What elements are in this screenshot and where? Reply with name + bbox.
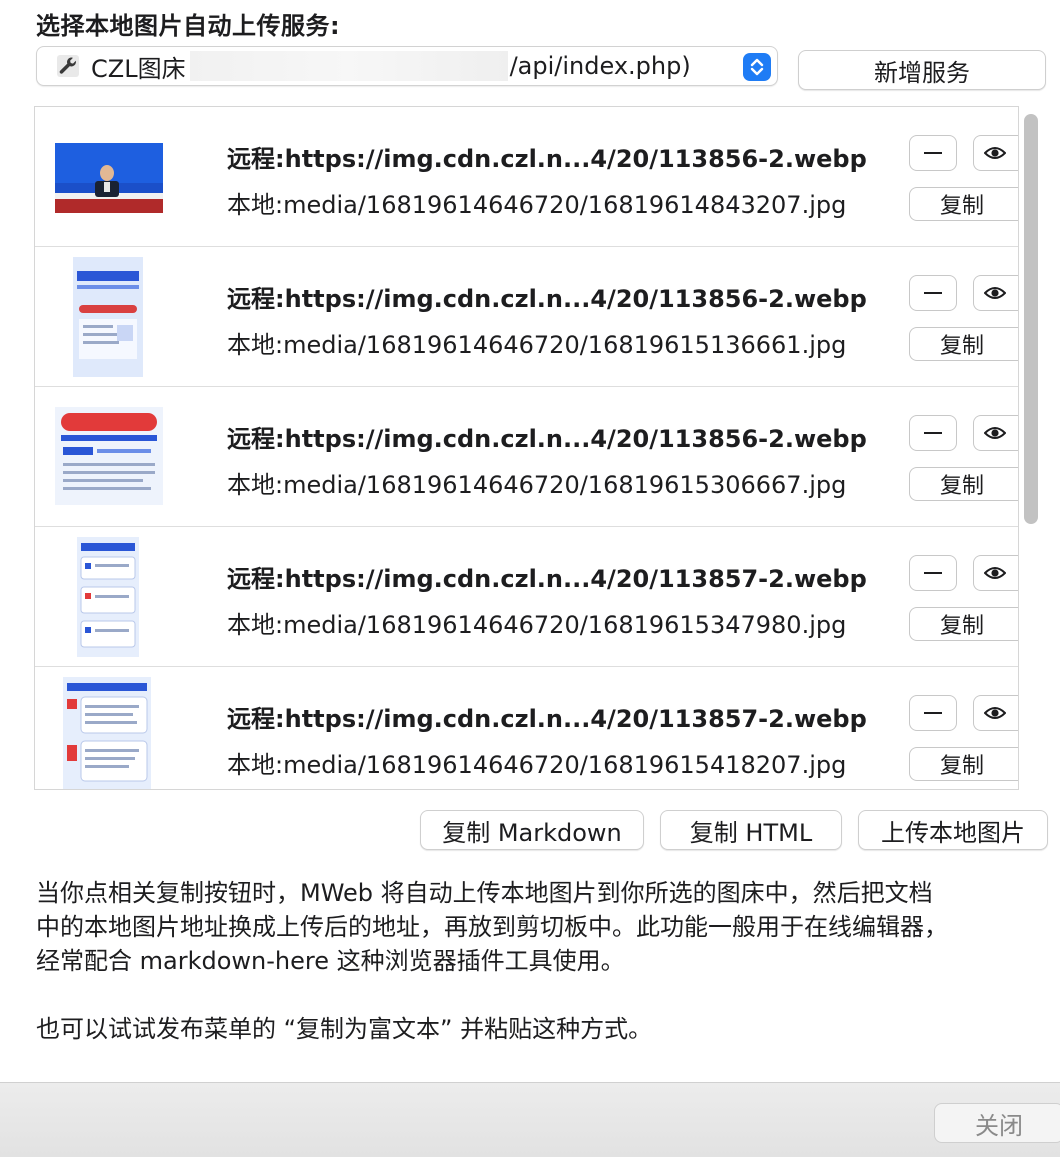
local-label: 本地: — [227, 471, 284, 499]
image-thumbnail[interactable] — [55, 143, 163, 213]
copy-markdown-button[interactable]: 复制 Markdown — [420, 810, 644, 850]
eye-icon — [984, 707, 1006, 719]
remote-label: 远程: — [227, 425, 285, 453]
description-line: 中的本地图片地址换成上传后的地址，再放到剪切板中。此功能一般用于在线编辑器， — [36, 913, 948, 941]
list-item: 远程:https://img.cdn.czl.n...4/20/113857-2… — [35, 527, 1018, 667]
list-item: 远程:https://img.cdn.czl.n...4/20/113856-2… — [35, 387, 1018, 527]
copy-button[interactable]: 复制 — [909, 187, 1018, 221]
remote-label: 远程: — [227, 565, 285, 593]
local-value: media/16819614646720/16819615136661.jpg — [283, 331, 847, 359]
remote-label: 远程: — [227, 285, 285, 313]
upload-local-images-button[interactable]: 上传本地图片 — [858, 810, 1048, 850]
local-value: media/16819614646720/16819615347980.jpg — [283, 611, 847, 639]
list-item: 远程:https://img.cdn.czl.n...4/20/113857-2… — [35, 667, 1018, 789]
remote-value: https://img.cdn.czl.n...4/20/113856-2.we… — [284, 145, 867, 173]
remote-value: https://img.cdn.czl.n...4/20/113856-2.we… — [284, 425, 867, 453]
local-path: 本地:media/16819614646720/16819615347980.j… — [227, 605, 846, 640]
eye-icon — [984, 427, 1006, 439]
description-tip: 也可以试试发布菜单的 “复制为富文本” 并粘贴这种方式。 — [36, 1015, 653, 1043]
remove-button[interactable] — [909, 275, 957, 311]
section-title: 选择本地图片自动上传服务: — [36, 12, 341, 40]
remove-button[interactable] — [909, 555, 957, 591]
minus-icon — [924, 712, 942, 714]
close-button[interactable]: 关闭 — [934, 1103, 1060, 1143]
image-list: 远程:https://img.cdn.czl.n...4/20/113856-2… — [34, 106, 1019, 790]
minus-icon — [924, 292, 942, 294]
list-item: 远程:https://img.cdn.czl.n...4/20/113856-2… — [35, 107, 1018, 247]
preview-button[interactable] — [973, 415, 1018, 451]
local-label: 本地: — [227, 611, 284, 639]
remove-button[interactable] — [909, 695, 957, 731]
service-url: /api/index.php) — [509, 52, 691, 80]
copy-html-button[interactable]: 复制 HTML — [660, 810, 842, 850]
remove-button[interactable] — [909, 415, 957, 451]
remote-url: 远程:https://img.cdn.czl.n...4/20/113856-2… — [227, 419, 867, 454]
eye-icon — [984, 287, 1006, 299]
preview-button[interactable] — [973, 135, 1018, 171]
remote-value: https://img.cdn.czl.n...4/20/113857-2.we… — [284, 705, 867, 733]
service-select[interactable]: CZL图床 /api/index.php) — [36, 46, 778, 86]
image-thumbnail[interactable] — [73, 257, 143, 377]
local-value: media/16819614646720/16819614843207.jpg — [283, 191, 847, 219]
dialog-footer: 关闭 — [0, 1082, 1060, 1157]
copy-button[interactable]: 复制 — [909, 467, 1018, 501]
list-item: 远程:https://img.cdn.czl.n...4/20/113856-2… — [35, 247, 1018, 387]
copy-button[interactable]: 复制 — [909, 747, 1018, 781]
add-service-button[interactable]: 新增服务 — [798, 50, 1046, 90]
wrench-icon — [53, 51, 83, 81]
chevron-updown-icon[interactable] — [743, 53, 771, 81]
local-path: 本地:media/16819614646720/16819614843207.j… — [227, 185, 846, 220]
local-value: media/16819614646720/16819615418207.jpg — [283, 751, 847, 779]
remote-value: https://img.cdn.czl.n...4/20/113856-2.we… — [284, 285, 867, 313]
image-thumbnail[interactable] — [63, 677, 151, 789]
local-label: 本地: — [227, 191, 284, 219]
local-path: 本地:media/16819614646720/16819615418207.j… — [227, 745, 846, 780]
service-name: CZL图床 — [91, 54, 186, 83]
list-scrollbar[interactable] — [1020, 110, 1044, 790]
remote-url: 远程:https://img.cdn.czl.n...4/20/113857-2… — [227, 699, 867, 734]
preview-button[interactable] — [973, 695, 1018, 731]
local-path: 本地:media/16819614646720/16819615306667.j… — [227, 465, 846, 500]
copy-button[interactable]: 复制 — [909, 607, 1018, 641]
redacted-region — [189, 51, 508, 81]
description-line: 当你点相关复制按钮时，MWeb 将自动上传本地图片到你所选的图床中，然后把文档 — [36, 879, 933, 907]
remote-url: 远程:https://img.cdn.czl.n...4/20/113857-2… — [227, 559, 867, 594]
preview-button[interactable] — [973, 555, 1018, 591]
minus-icon — [924, 432, 942, 434]
preview-button[interactable] — [973, 275, 1018, 311]
description-line: 经常配合 markdown-here 这种浏览器插件工具使用。 — [36, 947, 625, 975]
minus-icon — [924, 572, 942, 574]
remove-button[interactable] — [909, 135, 957, 171]
eye-icon — [984, 147, 1006, 159]
image-thumbnail[interactable] — [77, 537, 139, 657]
remote-value: https://img.cdn.czl.n...4/20/113857-2.we… — [284, 565, 867, 593]
local-value: media/16819614646720/16819615306667.jpg — [283, 471, 847, 499]
remote-label: 远程: — [227, 705, 285, 733]
local-label: 本地: — [227, 751, 284, 779]
minus-icon — [924, 152, 942, 154]
remote-label: 远程: — [227, 145, 285, 173]
scroll-thumb[interactable] — [1024, 114, 1038, 524]
local-label: 本地: — [227, 331, 284, 359]
image-thumbnail[interactable] — [55, 407, 163, 505]
description-text: 当你点相关复制按钮时，MWeb 将自动上传本地图片到你所选的图床中，然后把文档 … — [36, 876, 1036, 978]
remote-url: 远程:https://img.cdn.czl.n...4/20/113856-2… — [227, 279, 867, 314]
copy-button[interactable]: 复制 — [909, 327, 1018, 361]
local-path: 本地:media/16819614646720/16819615136661.j… — [227, 325, 846, 360]
remote-url: 远程:https://img.cdn.czl.n...4/20/113856-2… — [227, 139, 867, 174]
eye-icon — [984, 567, 1006, 579]
